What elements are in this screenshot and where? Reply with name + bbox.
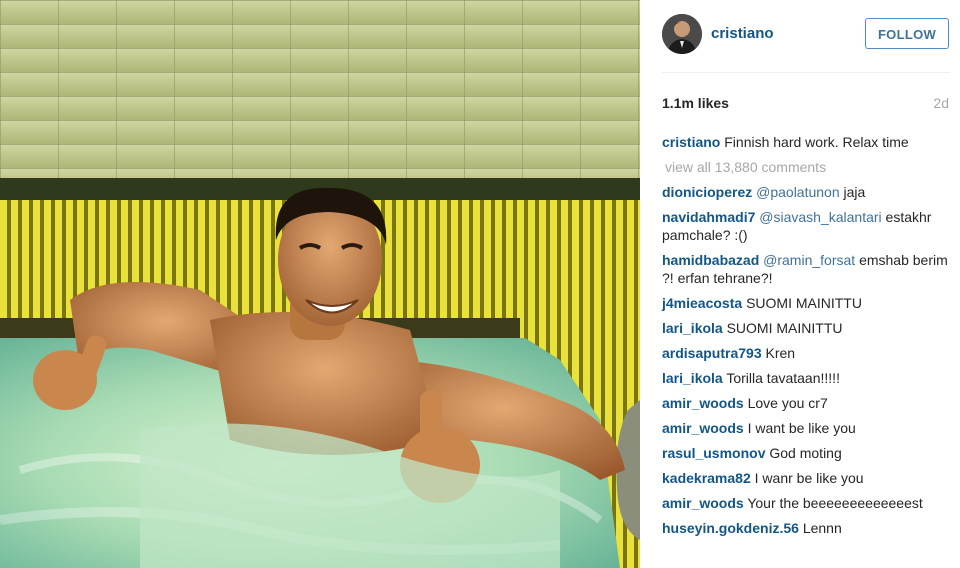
- list-item: lari_ikola Torilla tavataan!!!!!: [662, 369, 952, 387]
- comment-text: Lennn: [802, 520, 842, 536]
- caption-text: Finnish hard work. Relax time: [724, 134, 909, 150]
- list-item: hamidbabazad @ramin_forsat emshab berim …: [662, 251, 952, 287]
- post-sidebar: cristiano FOLLOW 1.1m likes 2d cristiano…: [640, 0, 960, 568]
- post-age[interactable]: 2d: [933, 95, 949, 111]
- header-divider: [662, 72, 950, 73]
- comment-text: I want be like you: [747, 420, 856, 436]
- comment-text: Love you cr7: [747, 395, 828, 411]
- list-item: kadekrama82 I wanr be like you: [662, 469, 952, 487]
- comment-username[interactable]: lari_ikola: [662, 320, 723, 336]
- comment-text: SUOMI MAINITTU: [726, 320, 843, 336]
- comment-username[interactable]: kadekrama82: [662, 470, 751, 486]
- comment-username[interactable]: amir_woods: [662, 395, 744, 411]
- post-username[interactable]: cristiano: [711, 25, 774, 42]
- photo-illustration: [0, 0, 640, 568]
- comment-username[interactable]: amir_woods: [662, 420, 744, 436]
- comment-username[interactable]: dionicioperez: [662, 184, 752, 200]
- comment-text: I wanr be like you: [754, 470, 864, 486]
- follow-button[interactable]: FOLLOW: [865, 18, 949, 49]
- comment-list: cristiano Finnish hard work. Relax time …: [662, 133, 952, 544]
- post-photo[interactable]: [0, 0, 640, 568]
- comment-text: God moting: [769, 445, 842, 461]
- comment-username[interactable]: j4mieacosta: [662, 295, 742, 311]
- list-item: ardisaputra793 Kren: [662, 344, 952, 362]
- comment-username[interactable]: amir_woods: [662, 495, 744, 511]
- list-item: amir_woods I want be like you: [662, 419, 952, 437]
- list-item: amir_woods Your the beeeeeeeeeeeeest: [662, 494, 952, 512]
- comment-username[interactable]: huseyin.gokdeniz.56: [662, 520, 799, 536]
- list-item: dionicioperez @paolatunon jaja: [662, 183, 952, 201]
- list-item: lari_ikola SUOMI MAINITTU: [662, 319, 952, 337]
- comment-mention[interactable]: @ramin_forsat: [763, 252, 855, 268]
- like-count[interactable]: 1.1m likes: [662, 95, 729, 111]
- comment-mention[interactable]: @paolatunon: [756, 184, 840, 200]
- comment-username[interactable]: navidahmadi7: [662, 209, 755, 225]
- comment-username[interactable]: rasul_usmonov: [662, 445, 765, 461]
- comment-mention[interactable]: @siavash_kalantari: [759, 209, 881, 225]
- view-all-comments-link[interactable]: view all 13,880 comments: [665, 158, 952, 176]
- list-item: rasul_usmonov God moting: [662, 444, 952, 462]
- post-header: cristiano FOLLOW: [640, 0, 960, 72]
- list-item: j4mieacosta SUOMI MAINITTU: [662, 294, 952, 312]
- list-item: amir_woods Love you cr7: [662, 394, 952, 412]
- avatar[interactable]: [662, 14, 702, 54]
- comment-username[interactable]: ardisaputra793: [662, 345, 762, 361]
- profile-avatar-icon: [662, 14, 702, 54]
- comment-text: Your the beeeeeeeeeeeeest: [747, 495, 923, 511]
- comment-text: Kren: [765, 345, 796, 361]
- caption: cristiano Finnish hard work. Relax time: [662, 133, 952, 151]
- comment-text: jaja: [843, 184, 866, 200]
- comment-username[interactable]: hamidbabazad: [662, 252, 759, 268]
- list-item: huseyin.gokdeniz.56 Lennn: [662, 519, 952, 537]
- caption-username[interactable]: cristiano: [662, 134, 720, 150]
- comment-text: Torilla tavataan!!!!!: [726, 370, 840, 386]
- comment-username[interactable]: lari_ikola: [662, 370, 723, 386]
- list-item: navidahmadi7 @siavash_kalantari estakhr …: [662, 208, 952, 244]
- comment-text: SUOMI MAINITTU: [746, 295, 862, 311]
